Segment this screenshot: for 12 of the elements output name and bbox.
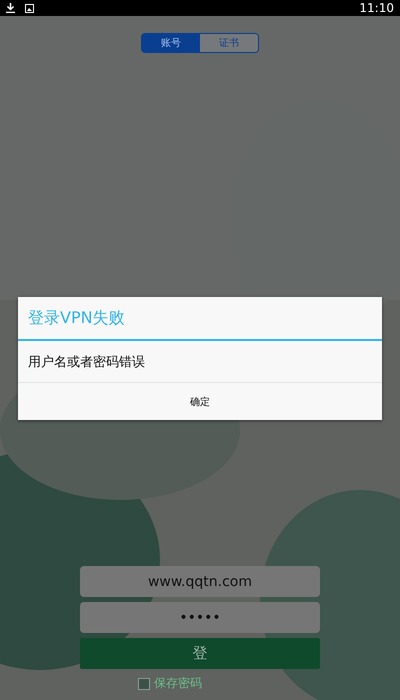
login-button[interactable]: 登 <box>80 638 320 669</box>
tab[interactable]: 账号 <box>142 34 200 52</box>
password-field[interactable]: ••••• <box>80 602 320 633</box>
confirm-button[interactable]: 确定 <box>18 383 382 420</box>
status-time: 11:10 <box>359 1 394 15</box>
dialog-message: 用户名或者密码错误 <box>18 341 382 383</box>
username-field[interactable]: www.qqtn.com <box>80 566 320 597</box>
checkbox-label: 保存密码 <box>154 675 202 692</box>
image-icon <box>25 4 34 12</box>
dialog-title: 登录VPN失败 <box>18 297 382 341</box>
checkbox[interactable] <box>138 678 150 690</box>
download-icon <box>6 3 15 13</box>
